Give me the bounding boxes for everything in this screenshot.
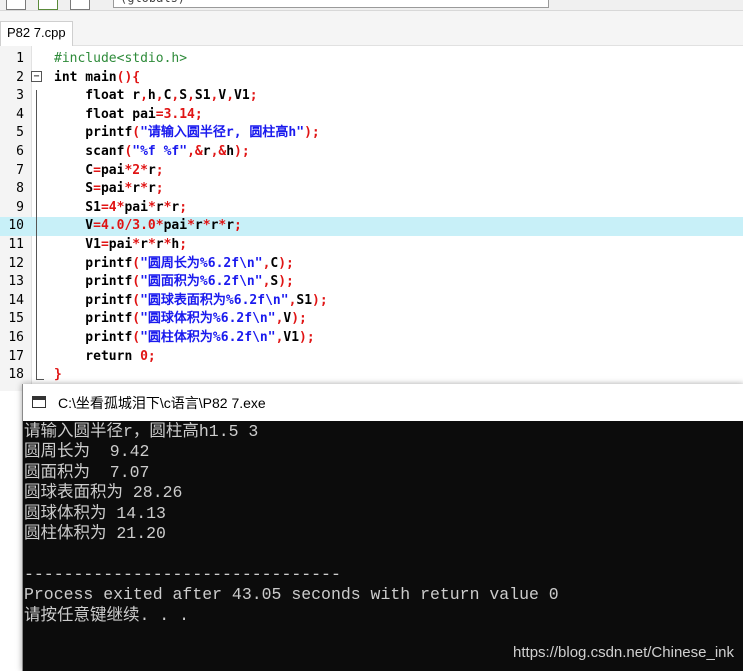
line-number: 7 xyxy=(16,162,24,178)
line-number: 15 xyxy=(8,311,24,327)
toolbar: (globals) xyxy=(0,0,743,11)
line-number: 16 xyxy=(8,330,24,345)
fold-guide-end xyxy=(36,379,44,380)
toolbar-button-2[interactable] xyxy=(38,0,58,10)
code-line[interactable]: 11 V1=pai*r*r*h; xyxy=(0,236,743,255)
code-text[interactable]: int main(){ xyxy=(54,69,140,88)
line-number: 8 xyxy=(16,181,24,197)
code-text[interactable]: printf("圆面积为%6.2f\n",S); xyxy=(54,273,294,292)
line-number: 13 xyxy=(8,274,24,290)
line-number: 4 xyxy=(16,106,24,122)
code-text[interactable]: S1=4*pai*r*r; xyxy=(54,199,187,218)
code-line[interactable]: 12 printf("圆周长为%6.2f\n",C); xyxy=(0,255,743,274)
toolbar-button-1[interactable] xyxy=(6,0,26,10)
line-number: 11 xyxy=(8,237,24,252)
code-text[interactable]: V1=pai*r*r*h; xyxy=(54,236,187,255)
line-number: 1 xyxy=(16,51,24,66)
line-number: 2 xyxy=(16,69,24,85)
code-text[interactable]: printf("请输入圆半径r, 圆柱高h"); xyxy=(54,124,319,143)
code-line[interactable]: 5 printf("请输入圆半径r, 圆柱高h"); xyxy=(0,124,743,143)
code-text[interactable]: float pai=3.14; xyxy=(54,106,202,125)
code-line[interactable]: 8 S=pai*r*r; xyxy=(0,180,743,199)
code-text[interactable]: C=pai*2*r; xyxy=(54,162,163,181)
code-text[interactable]: printf("圆球体积为%6.2f\n",V); xyxy=(54,310,307,329)
code-line[interactable]: 16 printf("圆柱体积为%6.2f\n",V1); xyxy=(0,329,743,348)
code-text[interactable]: scanf("%f %f",&r,&h); xyxy=(54,143,249,162)
line-number: 17 xyxy=(8,348,24,364)
code-text[interactable]: } xyxy=(54,366,62,385)
code-line[interactable]: 6 scanf("%f %f",&r,&h); xyxy=(0,143,743,162)
code-text[interactable]: printf("圆柱体积为%6.2f\n",V1); xyxy=(54,329,314,348)
code-line[interactable]: 18} xyxy=(0,366,743,385)
watermark-text: https://blog.csdn.net/Chinese_ink xyxy=(513,644,734,661)
console-output-line: Process exited after 43.05 seconds with … xyxy=(24,585,559,605)
code-line[interactable]: 1 #include<stdio.h> xyxy=(0,50,743,69)
console-output-line: -------------------------------- xyxy=(24,564,341,584)
code-line[interactable]: 10 V=4.0/3.0*pai*r*r*r; xyxy=(0,217,743,236)
code-text[interactable]: return 0; xyxy=(54,348,155,367)
console-output[interactable]: 请输入圆半径r，圆柱高h1.5 3 圆周长为 9.42 圆面积为 7.07 圆球表面积… xyxy=(23,421,743,671)
code-text[interactable]: printf("圆周长为%6.2f\n",C); xyxy=(54,255,294,274)
code-line[interactable]: 15 printf("圆球体积为%6.2f\n",V); xyxy=(0,310,743,329)
line-number: 3 xyxy=(16,88,24,104)
code-text[interactable]: #include<stdio.h> xyxy=(54,50,187,69)
code-line[interactable]: 7 C=pai*2*r; xyxy=(0,162,743,181)
toolbar-button-3[interactable] xyxy=(70,0,90,10)
tab-bar: P82 7.cpp xyxy=(0,11,743,46)
code-line[interactable]: 17 return 0; xyxy=(0,348,743,367)
console-output-line: 圆球体积为 14.13 xyxy=(24,503,166,523)
code-editor[interactable]: 1 #include<stdio.h> 2 int main(){3 float r,… xyxy=(0,46,743,391)
console-output-line: 请输入圆半径r，圆柱高h1.5 3 xyxy=(24,422,259,441)
line-number: 10 xyxy=(8,218,24,234)
code-text[interactable]: printf("圆球表面积为%6.2f\n",S1); xyxy=(54,292,327,311)
console-window[interactable]: C:\坐看孤城泪下\c语言\P82 7.exe 请输入圆半径r，圆柱高h1.5 … xyxy=(22,384,743,671)
line-number: 9 xyxy=(16,199,24,215)
console-window-title: C:\坐看孤城泪下\c语言\P82 7.exe xyxy=(58,395,266,411)
code-text[interactable]: float r,h,C,S,S1,V,V1; xyxy=(54,87,257,106)
console-output-line: 圆球表面积为 28.26 xyxy=(24,483,183,503)
console-output-line: 请按任意键继续. . . xyxy=(24,605,190,625)
console-window-icon xyxy=(32,396,46,408)
console-output-line: 圆柱体积为 21.20 xyxy=(24,524,166,543)
code-line[interactable]: 4 float pai=3.14; xyxy=(0,106,743,125)
console-output-line: 圆周长为 9.42 xyxy=(24,442,150,462)
code-line[interactable]: 14 printf("圆球表面积为%6.2f\n",S1); xyxy=(0,292,743,311)
code-line[interactable]: 2 int main(){ xyxy=(0,69,743,88)
fold-guide xyxy=(36,90,37,380)
code-line[interactable]: 9 S1=4*pai*r*r; xyxy=(0,199,743,218)
line-number: 18 xyxy=(8,367,24,383)
code-text[interactable]: V=4.0/3.0*pai*r*r*r; xyxy=(54,217,242,236)
line-number: 12 xyxy=(8,255,24,271)
line-number: 6 xyxy=(16,144,24,159)
tab-file[interactable]: P82 7.cpp xyxy=(0,21,73,46)
code-text[interactable]: S=pai*r*r; xyxy=(54,180,163,199)
line-number: 14 xyxy=(8,292,24,308)
line-number: 5 xyxy=(16,125,24,141)
code-line[interactable]: 3 float r,h,C,S,S1,V,V1; xyxy=(0,87,743,106)
code-line[interactable]: 13 printf("圆面积为%6.2f\n",S); xyxy=(0,273,743,292)
console-output-line: 圆面积为 7.07 xyxy=(24,462,150,482)
scope-dropdown[interactable]: (globals) xyxy=(113,0,549,8)
console-title-bar[interactable]: C:\坐看孤城泪下\c语言\P82 7.exe xyxy=(23,384,743,421)
fold-collapse-icon[interactable]: − xyxy=(31,71,42,82)
